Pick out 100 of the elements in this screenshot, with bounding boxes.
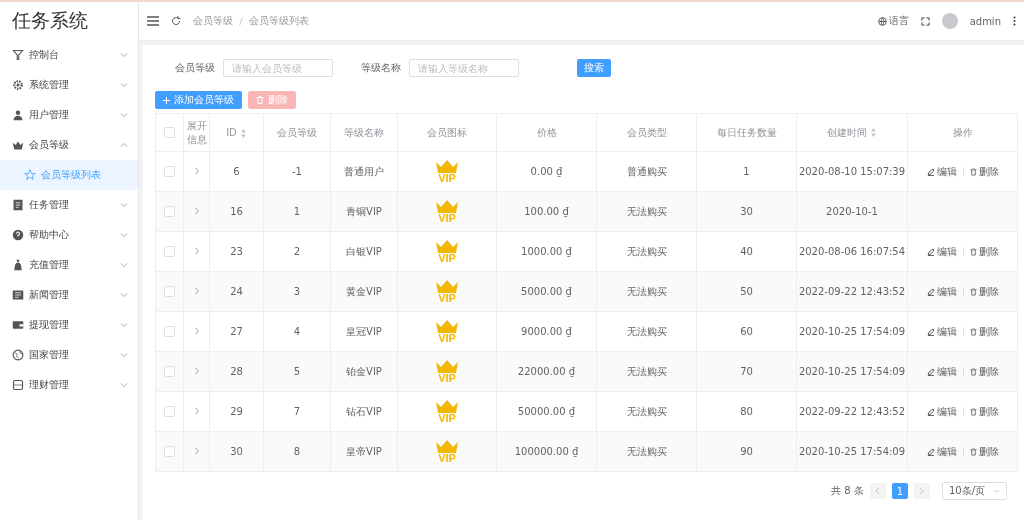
table-cell: 6	[233, 166, 240, 177]
row-checkbox[interactable]	[164, 366, 175, 378]
crown-icon	[435, 239, 459, 253]
table-cell: 皇帝VIP	[346, 445, 382, 457]
table-cell: 白银VIP	[346, 245, 382, 257]
pencil-icon	[926, 287, 935, 296]
sidebar-item[interactable]: 国家管理	[0, 340, 138, 370]
edit-link[interactable]: 编辑	[926, 364, 957, 379]
delete-link[interactable]: 删除	[969, 284, 999, 299]
table-cell: 2	[293, 246, 301, 257]
table-cell: 2020-10-25 17:54:09	[798, 326, 906, 337]
expand-icon[interactable]	[193, 287, 200, 295]
expand-icon[interactable]	[193, 207, 200, 215]
vip-label: VIP	[438, 453, 456, 464]
expand-icon[interactable]	[193, 327, 200, 335]
sidebar-item[interactable]: 会员等级	[0, 130, 138, 160]
select-all-checkbox[interactable]	[164, 127, 175, 139]
crown-icon	[435, 279, 459, 293]
edit-link[interactable]: 编辑	[926, 244, 957, 259]
more-icon[interactable]	[1013, 16, 1016, 26]
sidebar-item[interactable]: 系统管理	[0, 70, 138, 100]
chevron-down-icon	[120, 111, 128, 119]
table-cell: 2020-10-25 17:54:09	[798, 366, 906, 377]
crown-icon	[435, 399, 459, 413]
row-checkbox[interactable]	[164, 166, 175, 178]
trash-icon	[969, 167, 977, 176]
prev-page-button[interactable]	[869, 483, 886, 499]
user-name[interactable]: admin	[969, 15, 1001, 27]
expand-icon[interactable]	[193, 447, 200, 455]
next-page-button[interactable]	[913, 483, 930, 499]
page-size-select[interactable]: 10条/页	[941, 482, 1007, 500]
chevron-down-icon	[120, 291, 128, 299]
table-cell: 2020-10-25 17:54:09	[798, 446, 906, 457]
row-checkbox[interactable]	[164, 286, 175, 298]
trash-icon	[969, 247, 977, 256]
table-cell: 5	[293, 366, 301, 377]
user-avatar[interactable]	[941, 13, 958, 29]
table-cell: 4	[293, 326, 301, 337]
table-cell: 2022-09-22 12:43:52	[798, 406, 906, 417]
sidebar-item[interactable]: 用户管理	[0, 100, 138, 130]
crown-icon	[435, 159, 459, 173]
row-checkbox[interactable]	[164, 246, 175, 258]
sidebar-item[interactable]: 充值管理	[0, 250, 138, 280]
table-cell: 29	[230, 406, 243, 417]
expand-icon[interactable]	[193, 167, 200, 175]
chevron-down-icon	[120, 201, 128, 209]
table-cell: 22000.00 ₫	[517, 366, 576, 377]
vip-label: VIP	[438, 293, 456, 304]
expand-icon[interactable]	[193, 407, 200, 415]
sidebar-item[interactable]: 理财管理	[0, 370, 138, 400]
delete-link[interactable]: 删除	[969, 324, 999, 339]
sidebar-item[interactable]: 控制台	[0, 40, 138, 70]
pencil-icon	[926, 327, 935, 336]
delete-link[interactable]: 删除	[969, 404, 999, 419]
fullscreen-icon[interactable]	[920, 16, 930, 26]
filter-input[interactable]: 请输入等级名称	[409, 59, 519, 77]
trash-icon	[969, 327, 977, 336]
sidebar-item[interactable]: 新闻管理	[0, 280, 138, 310]
star-icon	[24, 169, 36, 181]
sidebar-item[interactable]: 帮助中心	[0, 220, 138, 250]
refresh-icon[interactable]	[171, 16, 181, 26]
chevron-down-icon	[993, 488, 1000, 494]
menu-icon[interactable]	[147, 16, 159, 26]
edit-link[interactable]: 编辑	[926, 404, 957, 419]
trash-icon	[969, 287, 977, 296]
row-checkbox[interactable]	[164, 206, 175, 218]
chevron-down-icon	[120, 231, 128, 239]
filter-label: 会员等级	[175, 61, 215, 75]
filter-input[interactable]: 请输入会员等级	[223, 59, 333, 77]
delete-link[interactable]: 删除	[969, 164, 999, 179]
sort-icon[interactable]	[870, 128, 877, 137]
language-menu[interactable]: 语言	[877, 14, 909, 28]
chevron-down-icon	[120, 261, 128, 269]
sort-icon[interactable]	[239, 128, 247, 138]
table-cell: 2020-08-10 15:07:39	[798, 166, 906, 177]
help-icon	[12, 229, 24, 241]
gear-icon	[12, 79, 24, 91]
table-cell: 27	[230, 326, 243, 337]
sidebar-item[interactable]: 任务管理	[0, 190, 138, 220]
edit-link[interactable]: 编辑	[926, 444, 957, 459]
delete-link[interactable]: 删除	[969, 364, 999, 379]
column-header: 价格	[536, 126, 557, 138]
edit-link[interactable]: 编辑	[926, 164, 957, 179]
delete-link[interactable]: 删除	[969, 444, 999, 459]
row-checkbox[interactable]	[164, 406, 175, 418]
pencil-icon	[926, 447, 935, 456]
table-cell: 2020-08-06 16:07:54	[798, 246, 906, 257]
globe-icon	[877, 16, 887, 26]
table-cell: 无法购买	[626, 445, 667, 457]
delete-link[interactable]: 删除	[969, 244, 999, 259]
chevron-up-icon	[120, 141, 128, 149]
expand-icon[interactable]	[193, 367, 200, 375]
sidebar-item[interactable]: 提现管理	[0, 310, 138, 340]
expand-icon[interactable]	[193, 247, 200, 255]
user-icon	[12, 109, 24, 121]
edit-link[interactable]: 编辑	[926, 324, 957, 339]
pencil-icon	[926, 167, 935, 176]
row-checkbox[interactable]	[164, 326, 175, 338]
edit-link[interactable]: 编辑	[926, 284, 957, 299]
row-checkbox[interactable]	[164, 446, 175, 458]
